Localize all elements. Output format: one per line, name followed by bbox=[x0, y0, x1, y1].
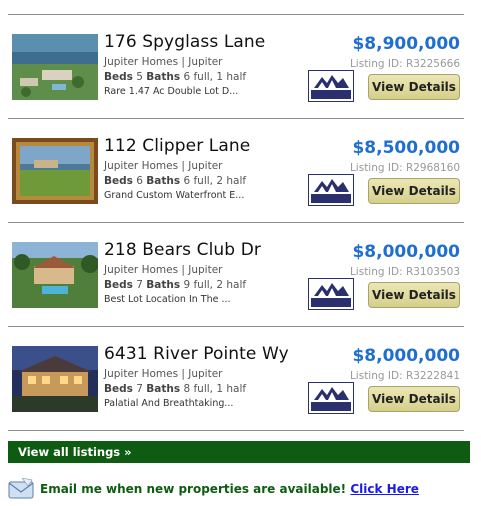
beds-label: Beds bbox=[104, 279, 133, 291]
listing-beds-baths: Beds 5 Baths 6 full, 1 half bbox=[104, 71, 246, 83]
baths-value: 9 full, 2 half bbox=[183, 279, 247, 291]
email-alert-text: Email me when new properties are availab… bbox=[40, 482, 419, 496]
baths-value: 6 full, 1 half bbox=[183, 71, 247, 83]
view-details-button[interactable]: View Details bbox=[368, 74, 460, 100]
baths-label: Baths bbox=[146, 71, 181, 83]
beds-value: 7 bbox=[136, 279, 143, 291]
listing-description: Palatial And Breathtaking... bbox=[104, 398, 234, 409]
rmls-logo bbox=[308, 70, 354, 102]
listing-price: $8,000,000 bbox=[352, 346, 460, 366]
envelope-icon bbox=[8, 478, 34, 500]
view-details-button[interactable]: View Details bbox=[368, 386, 460, 412]
baths-value: 8 full, 1 half bbox=[183, 383, 247, 395]
view-details-button[interactable]: View Details bbox=[368, 282, 460, 308]
listing-description: Rare 1.47 Ac Double Lot D... bbox=[104, 86, 239, 97]
baths-label: Baths bbox=[146, 175, 181, 187]
listing-price: $8,500,000 bbox=[352, 138, 460, 158]
listing-item: 218 Bears Club Dr Jupiter Homes | Jupite… bbox=[8, 222, 464, 312]
listing-id: Listing ID: R3103503 bbox=[349, 266, 460, 278]
listing-id: Listing ID: R3225666 bbox=[349, 58, 460, 70]
property-photo[interactable] bbox=[12, 34, 98, 100]
listing-description: Grand Custom Waterfront E... bbox=[104, 190, 245, 201]
listing-price: $8,900,000 bbox=[352, 34, 460, 54]
listing-title[interactable]: 112 Clipper Lane bbox=[104, 136, 250, 156]
listing-beds-baths: Beds 6 Baths 6 full, 2 half bbox=[104, 175, 246, 187]
beds-label: Beds bbox=[104, 383, 133, 395]
listing-description: Best Lot Location In The ... bbox=[104, 294, 231, 305]
listing-title[interactable]: 176 Spyglass Lane bbox=[104, 32, 265, 52]
listing-price: $8,000,000 bbox=[352, 242, 460, 262]
beds-label: Beds bbox=[104, 71, 133, 83]
baths-label: Baths bbox=[146, 279, 181, 291]
property-photo[interactable] bbox=[12, 242, 98, 308]
beds-value: 5 bbox=[136, 71, 143, 83]
listing-item: 176 Spyglass Lane Jupiter Homes | Jupite… bbox=[8, 14, 464, 104]
view-details-button[interactable]: View Details bbox=[368, 178, 460, 204]
beds-value: 6 bbox=[136, 175, 143, 187]
listing-id: Listing ID: R2968160 bbox=[349, 162, 460, 174]
listing-beds-baths: Beds 7 Baths 8 full, 1 half bbox=[104, 383, 246, 395]
property-photo[interactable] bbox=[12, 346, 98, 412]
email-alert-message: Email me when new properties are availab… bbox=[40, 482, 347, 496]
listing-beds-baths: Beds 7 Baths 9 full, 2 half bbox=[104, 279, 246, 291]
baths-label: Baths bbox=[146, 383, 181, 395]
listing-id: Listing ID: R3222841 bbox=[349, 370, 460, 382]
view-all-listings-link[interactable]: View all listings » bbox=[8, 441, 470, 463]
listing-title[interactable]: 6431 River Pointe Wy bbox=[104, 344, 289, 364]
listing-area: Jupiter Homes | Jupiter bbox=[104, 160, 223, 172]
rmls-logo bbox=[308, 278, 354, 310]
listing-title[interactable]: 218 Bears Club Dr bbox=[104, 240, 261, 260]
email-alert-row: Email me when new properties are availab… bbox=[8, 478, 478, 502]
property-photo[interactable] bbox=[12, 138, 98, 204]
beds-label: Beds bbox=[104, 175, 133, 187]
click-here-link[interactable]: Click Here bbox=[350, 482, 419, 496]
listing-item: 112 Clipper Lane Jupiter Homes | Jupiter… bbox=[8, 118, 464, 208]
rmls-logo bbox=[308, 174, 354, 206]
separator bbox=[8, 430, 464, 431]
listing-area: Jupiter Homes | Jupiter bbox=[104, 368, 223, 380]
listing-area: Jupiter Homes | Jupiter bbox=[104, 264, 223, 276]
baths-value: 6 full, 2 half bbox=[183, 175, 247, 187]
listing-item: 6431 River Pointe Wy Jupiter Homes | Jup… bbox=[8, 326, 464, 416]
beds-value: 7 bbox=[136, 383, 143, 395]
rmls-logo bbox=[308, 382, 354, 414]
listing-area: Jupiter Homes | Jupiter bbox=[104, 56, 223, 68]
